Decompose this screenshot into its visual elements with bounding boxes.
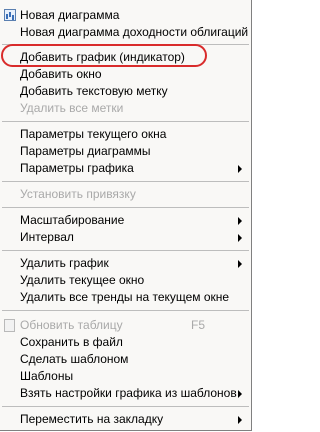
menu-item-delete-current-window[interactable]: Удалить текущее окно [0, 272, 251, 289]
highlight-annotation [1, 44, 207, 67]
menu-item-delete-all-labels: Удалить все метки [20, 101, 124, 115]
menu-item-add-window[interactable]: Добавить окно [0, 66, 251, 83]
shortcut-label: F5 [190, 318, 205, 332]
menu-separator [2, 121, 249, 122]
submenu-arrow-icon [238, 217, 242, 225]
menu-item-refresh-table: Обновить таблицу F5 [0, 317, 251, 334]
menu-item-load-settings-from-templates[interactable]: Взять настройки графика из шаблонов [0, 385, 251, 402]
menu-separator [2, 250, 249, 251]
menu-item-current-window-params[interactable]: Параметры текущего окна [0, 126, 251, 143]
menu-item-scaling[interactable]: Масштабирование [0, 212, 251, 229]
menu-item-templates[interactable]: Шаблоны [0, 368, 251, 385]
menu-separator [2, 181, 249, 182]
menu-item-move-to-tab[interactable]: Переместить на закладку [0, 411, 251, 428]
submenu-arrow-icon [238, 260, 242, 268]
submenu-arrow-icon [238, 234, 242, 242]
chart-icon [4, 9, 16, 21]
menu-item-delete-all-trends[interactable]: Удалить все тренды на текущем окне [0, 289, 251, 306]
menu-item-new-bond-yield-chart[interactable]: Новая диаграмма доходности облигаций [0, 24, 251, 41]
submenu-arrow-icon [238, 390, 242, 398]
submenu-arrow-icon [238, 165, 242, 173]
menu-item-new-chart[interactable]: Новая диаграмма [0, 7, 251, 24]
menu-item-add-text-label[interactable]: Добавить текстовую метку [0, 83, 251, 100]
menu-item-make-template[interactable]: Сделать шаблоном [0, 351, 251, 368]
menu-item-delete-graph[interactable]: Удалить график [0, 255, 251, 272]
refresh-table-icon [4, 319, 15, 332]
menu-item-interval[interactable]: Интервал [0, 229, 251, 246]
menu-item-graph-params[interactable]: Параметры графика [0, 160, 251, 177]
menu-separator [2, 406, 249, 407]
menu-separator [2, 310, 249, 311]
submenu-arrow-icon [238, 416, 242, 424]
menu-item-save-to-file[interactable]: Сохранить в файл [0, 334, 251, 351]
menu-item-set-binding: Установить привязку [20, 187, 136, 201]
menu-item-chart-params[interactable]: Параметры диаграммы [0, 143, 251, 160]
menu-separator [2, 207, 249, 208]
